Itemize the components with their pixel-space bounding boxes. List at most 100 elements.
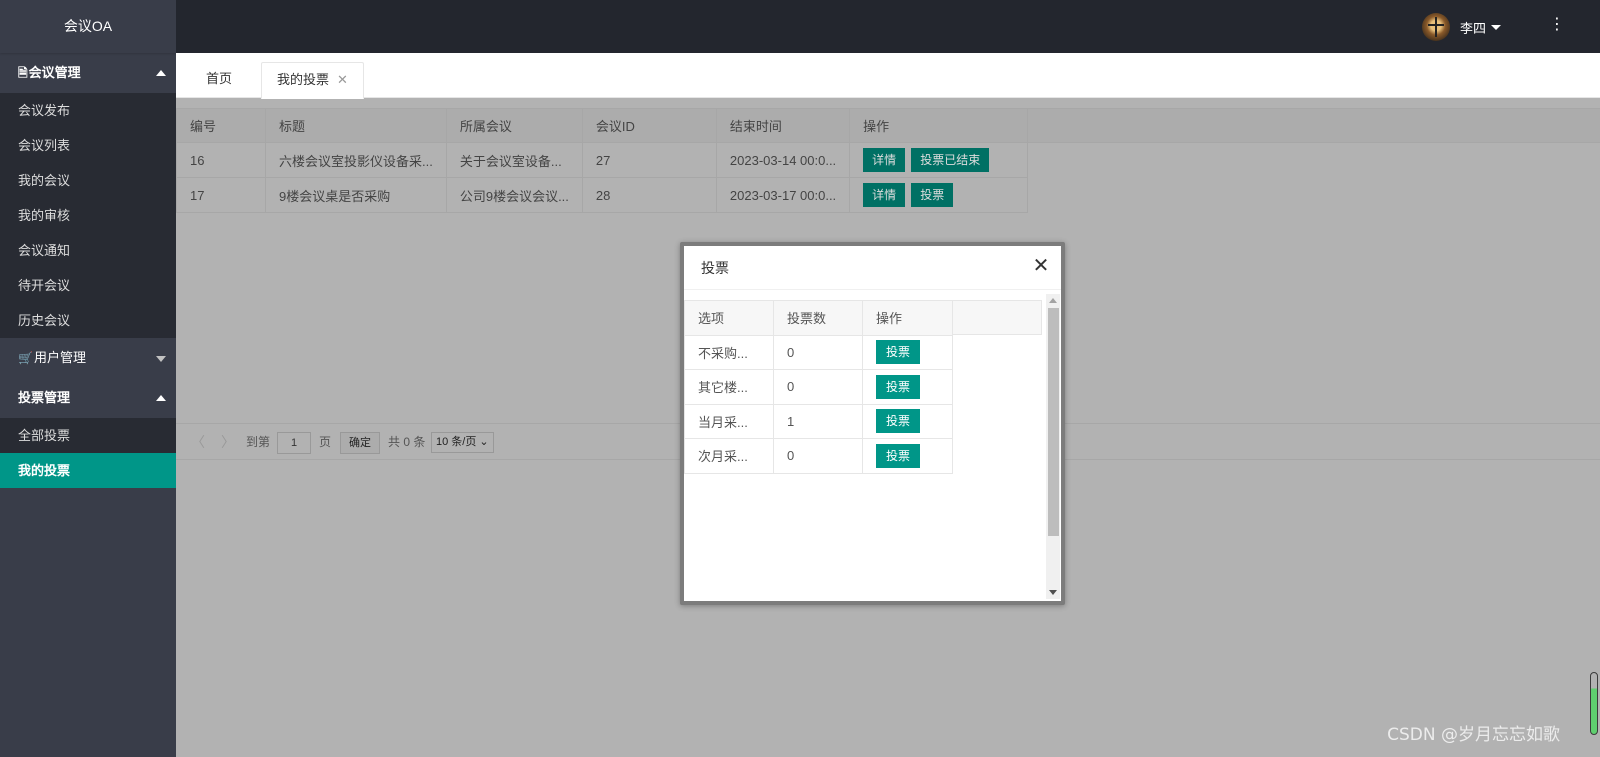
cell-action: 投票 — [862, 438, 953, 474]
nav-group-label: 用户管理 — [33, 350, 86, 365]
document-icon: 🗎 — [18, 66, 28, 80]
table-row: 其它楼... 0 投票 — [684, 369, 953, 405]
cell-option: 次月采... — [684, 438, 774, 474]
side-indicator — [1590, 672, 1598, 735]
tab-my-votes[interactable]: 我的投票 ✕ — [261, 62, 364, 99]
next-page-icon[interactable]: 〉 — [221, 432, 235, 452]
avatar — [1421, 13, 1450, 41]
sidebar-item-all-votes[interactable]: 全部投票 — [0, 418, 176, 453]
dialog-body: 选项 投票数 操作 不采购... 0 投票 其它楼... 0 投票 当月采... — [684, 291, 1061, 601]
vote-button[interactable]: 投票 — [876, 340, 921, 365]
sidebar-item-pending-meetings[interactable]: 待开会议 — [0, 268, 176, 303]
tab-label: 我的投票 — [277, 72, 330, 87]
col-vote-count: 投票数 — [773, 300, 863, 336]
vote-button[interactable]: 投票 — [876, 443, 921, 468]
nav-group-vote-management[interactable]: 投票管理 — [0, 378, 176, 418]
table-row: 次月采... 0 投票 — [684, 438, 953, 474]
page-size-select[interactable]: 10 条/页 ⌄ — [431, 432, 494, 453]
top-header: 李四 ⋮ — [176, 0, 1600, 53]
sidebar-item-meeting-publish[interactable]: 会议发布 — [0, 93, 176, 128]
dialog-title: 投票 — [684, 246, 1061, 290]
votes-table: 编号 标题 所属会议 会议ID 结束时间 操作 16 六楼会议室投影仪设备采..… — [176, 108, 1029, 213]
table-row: 不采购... 0 投票 — [684, 334, 953, 370]
col-action: 操作 — [862, 300, 953, 336]
col-title: 标题 — [265, 108, 447, 143]
confirm-button[interactable]: 确定 — [340, 432, 380, 454]
scrollbar-thumb[interactable] — [1048, 308, 1059, 536]
detail-button[interactable]: 详情 — [863, 148, 906, 172]
cell-option: 当月采... — [684, 403, 774, 439]
cell-count: 1 — [773, 403, 863, 439]
scroll-down-icon[interactable] — [1049, 590, 1057, 595]
tab-home[interactable]: 首页 — [191, 62, 247, 98]
cell-count: 0 — [773, 438, 863, 474]
total-count: 共 0 条 — [388, 435, 426, 449]
cell-end-time: 2023-03-14 00:0... — [715, 142, 851, 178]
cell-end-time: 2023-03-17 00:0... — [715, 177, 851, 213]
table-row: 当月采... 1 投票 — [684, 403, 953, 439]
nav-group-user-management[interactable]: 🛒用户管理 — [0, 338, 176, 378]
sidebar-item-my-votes[interactable]: 我的投票 — [0, 453, 176, 488]
page-unit-label: 页 — [319, 435, 332, 449]
sidebar-item-history-meetings[interactable]: 历史会议 — [0, 303, 176, 338]
vote-button[interactable]: 投票 — [911, 183, 954, 207]
col-meeting: 所属会议 — [445, 108, 583, 143]
table-row: 16 六楼会议室投影仪设备采... 关于会议室设备... 27 2023-03-… — [176, 142, 1029, 178]
cell-count: 0 — [773, 369, 863, 405]
cell-actions: 详情 投票已结束 — [849, 142, 1029, 178]
caret-up-icon — [156, 395, 166, 401]
tab-bar: 首页 我的投票 ✕ — [176, 53, 1600, 99]
sidebar-item-meeting-notice[interactable]: 会议通知 — [0, 233, 176, 268]
scroll-up-icon[interactable] — [1049, 298, 1057, 303]
cell-title: 9楼会议桌是否采购 — [265, 177, 447, 213]
app-logo: 会议OA — [0, 0, 176, 53]
table-header-filler — [1021, 108, 1600, 143]
caret-down-icon — [156, 356, 166, 362]
nav-group-label: 投票管理 — [18, 390, 71, 405]
more-menu-icon[interactable]: ⋮ — [1549, 14, 1565, 36]
user-menu[interactable]: 李四 — [1421, 13, 1501, 41]
cell-meeting-id: 27 — [581, 142, 717, 178]
cell-option: 其它楼... — [684, 369, 774, 405]
cell-id: 16 — [176, 142, 266, 178]
cell-action: 投票 — [862, 403, 953, 439]
chevron-down-icon: ⌄ — [479, 436, 489, 448]
sidebar: 会议OA 🗎会议管理 会议发布 会议列表 我的会议 我的审核 会议通知 待开会议… — [0, 0, 176, 757]
cell-meeting: 公司9楼会议会议... — [445, 177, 583, 213]
table-header-filler — [952, 300, 1042, 335]
cell-option: 不采购... — [684, 334, 774, 370]
cell-action: 投票 — [862, 369, 953, 405]
nav-group-label: 会议管理 — [28, 65, 81, 80]
vote-ended-button[interactable]: 投票已结束 — [911, 148, 990, 172]
cell-count: 0 — [773, 334, 863, 370]
subnav-meeting: 会议发布 会议列表 我的会议 我的审核 会议通知 待开会议 历史会议 — [0, 93, 176, 338]
close-icon[interactable]: ✕ — [1031, 256, 1051, 276]
cell-title: 六楼会议室投影仪设备采... — [265, 142, 447, 178]
nav-group-meeting-management[interactable]: 🗎会议管理 — [0, 53, 176, 93]
col-meeting-id: 会议ID — [581, 108, 717, 143]
vote-button[interactable]: 投票 — [876, 409, 921, 434]
table-row: 17 9楼会议桌是否采购 公司9楼会议会议... 28 2023-03-17 0… — [176, 177, 1029, 213]
cell-actions: 详情 投票 — [849, 177, 1029, 213]
col-id: 编号 — [176, 108, 266, 143]
caret-up-icon — [156, 70, 166, 76]
vote-button[interactable]: 投票 — [876, 374, 921, 399]
cell-id: 17 — [176, 177, 266, 213]
vote-options-table: 选项 投票数 操作 不采购... 0 投票 其它楼... 0 投票 当月采... — [684, 300, 953, 474]
detail-button[interactable]: 详情 — [863, 183, 906, 207]
user-name: 李四 — [1459, 20, 1486, 36]
sidebar-item-my-meetings[interactable]: 我的会议 — [0, 163, 176, 198]
sidebar-item-meeting-list[interactable]: 会议列表 — [0, 128, 176, 163]
prev-page-icon[interactable]: 〈 — [191, 432, 205, 452]
cell-meeting: 关于会议室设备... — [445, 142, 583, 178]
page-number-input[interactable] — [277, 432, 311, 454]
dialog-scrollbar[interactable] — [1046, 294, 1060, 599]
goto-label: 到第 — [246, 435, 271, 449]
table-header-row: 编号 标题 所属会议 会议ID 结束时间 操作 — [176, 108, 1029, 143]
sidebar-item-my-reviews[interactable]: 我的审核 — [0, 198, 176, 233]
col-actions: 操作 — [849, 108, 1029, 143]
page-size-value: 10 条/页 — [436, 436, 477, 448]
close-icon[interactable]: ✕ — [337, 72, 348, 87]
chevron-down-icon — [1491, 24, 1501, 30]
watermark: CSDN @岁月忘忘如歌 — [1387, 725, 1560, 745]
